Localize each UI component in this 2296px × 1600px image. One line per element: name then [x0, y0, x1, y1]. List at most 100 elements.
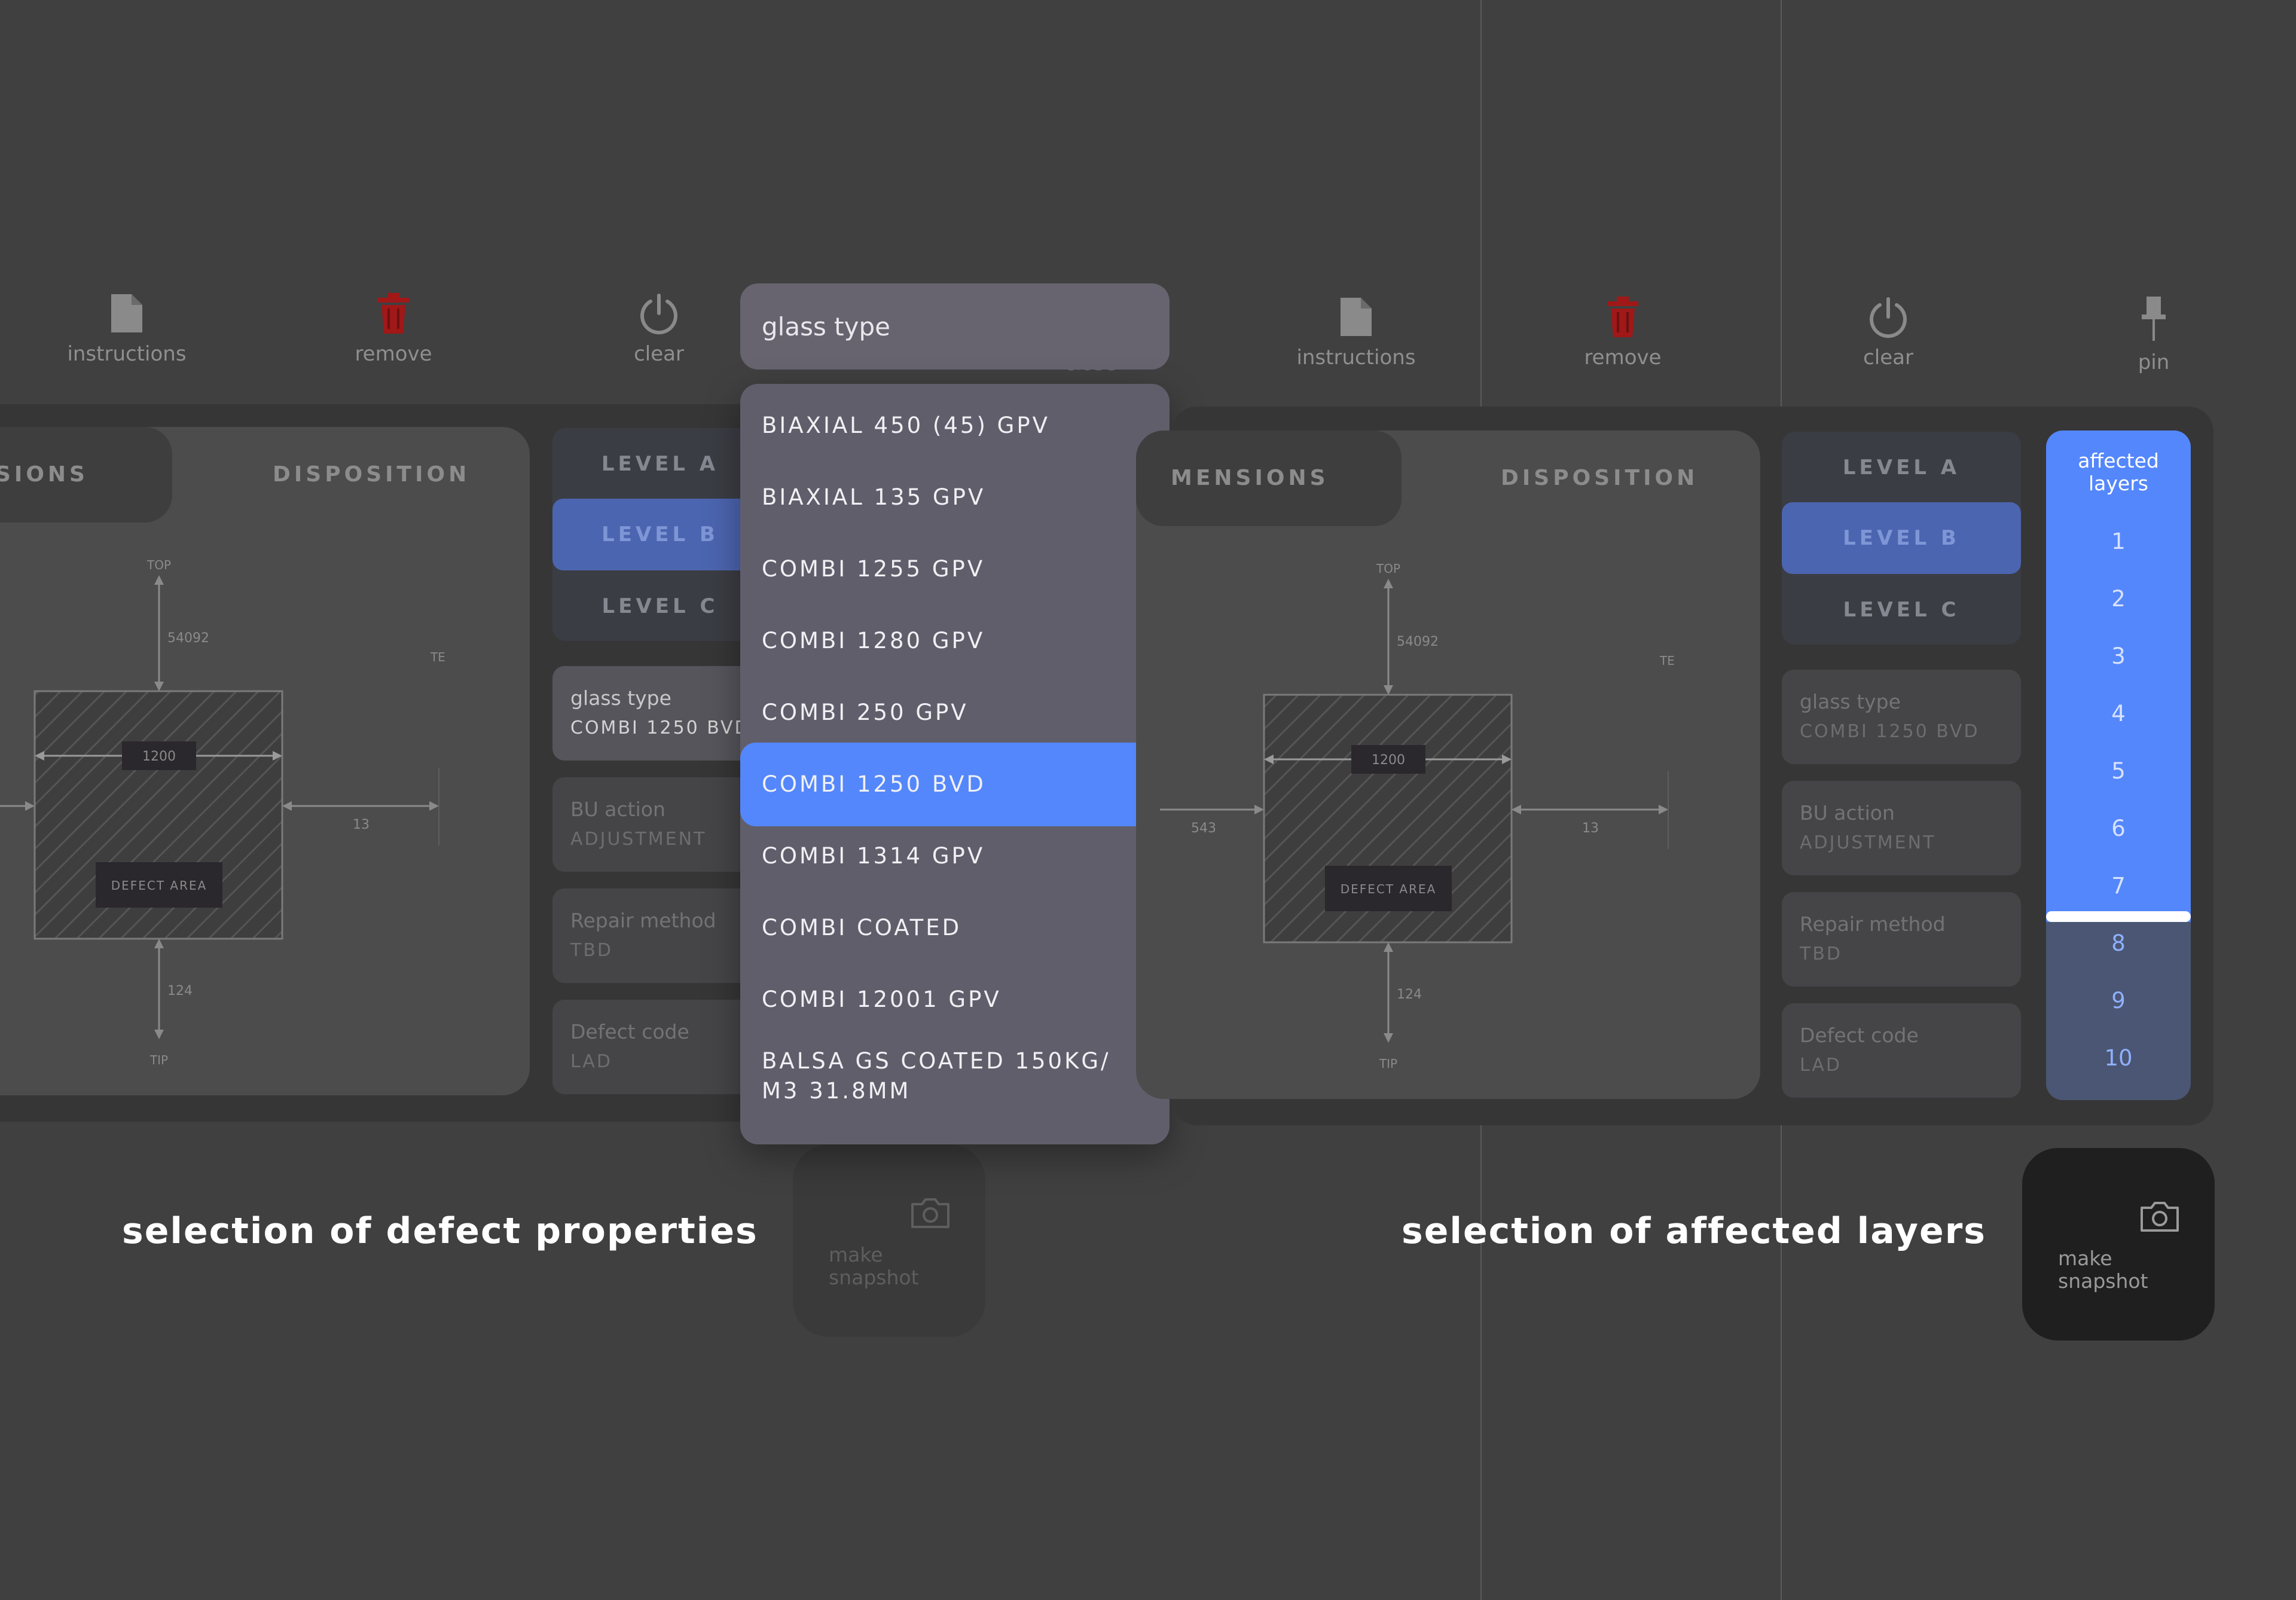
- dropdown-option[interactable]: COMBI 1314 GPV: [740, 814, 1170, 898]
- make-snapshot-label: make snapshot: [2058, 1247, 2148, 1293]
- layer-item[interactable]: 1: [2046, 529, 2191, 554]
- dropdown-option-label: BALSA GS COATED 150KG/ M3 31.8MM: [762, 1048, 1111, 1104]
- dropdown-header-label: glass type: [762, 312, 891, 341]
- repair-method-card[interactable]: Repair method TBD: [1782, 892, 2021, 987]
- tab-bar: MENSIONS DISPOSITION: [1136, 430, 1760, 526]
- clear-button[interactable]: clear: [581, 292, 737, 366]
- pin-icon: [2142, 297, 2166, 341]
- layer-item[interactable]: 3: [2046, 643, 2191, 669]
- top-label: TOP: [1376, 561, 1400, 576]
- remove-button[interactable]: remove: [1545, 295, 1700, 370]
- glass-type-dropdown-header[interactable]: glass type: [740, 283, 1170, 370]
- affected-layers-selector[interactable]: affected layers 1 2 3 4 5 6 7 8 9 10: [2046, 430, 2191, 1100]
- glass-type-dropdown-list: BIAXIAL 450 (45) GPV BIAXIAL 135 GPV COM…: [740, 384, 1170, 1144]
- dim-left: 543: [1191, 821, 1216, 836]
- instructions-button[interactable]: instructions: [1278, 295, 1434, 370]
- remove-label: remove: [355, 342, 432, 366]
- repair-method-card[interactable]: Repair method TBD: [552, 888, 768, 983]
- dim-right: 13: [353, 817, 370, 832]
- caption-affected-layers: selection of affected layers: [1402, 1210, 1987, 1252]
- tab-dimensions[interactable]: MENSIONS: [1136, 430, 1402, 526]
- document-icon: [111, 294, 142, 332]
- glass-type-value: COMBI 1250 BVD: [570, 717, 750, 738]
- dropdown-option[interactable]: BIAXIAL 135 GPV: [740, 456, 1170, 539]
- bu-action-card[interactable]: BU action ADJUSTMENT: [552, 777, 768, 872]
- dropdown-option-label: COMBI 1280 GPV: [762, 628, 985, 654]
- glass-type-card[interactable]: glass type COMBI 1250 BVD: [552, 666, 768, 761]
- pin-button[interactable]: pin: [2076, 295, 2231, 374]
- defect-diagram: TOP 54092 TE 1200 DEFECT AREA 543 13 124…: [1160, 561, 1675, 1071]
- layer-item[interactable]: 6: [2046, 816, 2191, 841]
- dropdown-option[interactable]: COMBI 1280 GPV: [740, 599, 1170, 683]
- bu-action-title: BU action: [1800, 801, 1895, 825]
- dropdown-option-label: COMBI 12001 GPV: [762, 987, 1002, 1012]
- dropdown-option[interactable]: COMBI 12001 GPV: [740, 958, 1170, 1042]
- repair-method-value: TBD: [1800, 943, 1843, 964]
- dim-width: 1200: [142, 749, 176, 764]
- pin-label: pin: [2138, 350, 2170, 374]
- bu-action-title: BU action: [570, 798, 665, 821]
- bu-action-value: ADJUSTMENT: [570, 829, 707, 850]
- remove-button[interactable]: remove: [316, 292, 471, 366]
- defect-code-title: Defect code: [570, 1020, 689, 1043]
- tab-disposition[interactable]: DISPOSITION: [1501, 430, 1698, 526]
- glass-type-card[interactable]: glass type COMBI 1250 BVD: [1782, 670, 2021, 764]
- make-snapshot-button[interactable]: make snapshot: [793, 1144, 985, 1337]
- layer-item[interactable]: 8: [2046, 930, 2191, 956]
- layer-item[interactable]: 4: [2046, 701, 2191, 726]
- trash-icon: [378, 293, 409, 334]
- tab-dimensions[interactable]: SIONS: [0, 427, 172, 523]
- clear-button[interactable]: clear: [1810, 295, 1966, 370]
- layer-item[interactable]: 7: [2046, 873, 2191, 899]
- level-b-button[interactable]: LEVEL B: [552, 499, 768, 570]
- make-snapshot-label: make snapshot: [829, 1243, 919, 1289]
- dim-right: 13: [1582, 821, 1599, 836]
- level-c-button[interactable]: LEVEL C: [1782, 574, 2021, 645]
- dimensions-panel-right: MENSIONS DISPOSITION TOP 54092 TE 1200 D…: [1136, 430, 1760, 1099]
- tip-label: TIP: [1379, 1057, 1397, 1071]
- defect-code-card[interactable]: Defect code LAD: [552, 1000, 768, 1094]
- dropdown-option[interactable]: COMBI 1255 GPV: [740, 527, 1170, 611]
- layer-item[interactable]: 5: [2046, 758, 2191, 784]
- camera-icon: [911, 1198, 949, 1228]
- tab-bar: SIONS DISPOSITION: [0, 427, 530, 523]
- level-a-button[interactable]: LEVEL A: [552, 428, 768, 500]
- layer-range-handle[interactable]: [2046, 911, 2191, 922]
- make-snapshot-button[interactable]: make snapshot: [2022, 1148, 2215, 1341]
- dropdown-option[interactable]: COMBI COATED: [740, 886, 1170, 970]
- tip-label: TIP: [149, 1053, 168, 1067]
- level-a-button[interactable]: LEVEL A: [1782, 432, 2021, 503]
- layer-item[interactable]: 9: [2046, 988, 2191, 1013]
- instructions-button[interactable]: instructions: [49, 292, 204, 366]
- dropdown-option-label: BIAXIAL 450 (45) GPV: [762, 413, 1050, 438]
- defect-area-label: DEFECT AREA: [111, 878, 207, 893]
- dropdown-option-selected[interactable]: COMBI 1250 BVD: [740, 743, 1170, 826]
- layer-item[interactable]: 10: [2046, 1045, 2191, 1071]
- dropdown-option-label: COMBI 1314 GPV: [762, 843, 985, 869]
- tab-disposition[interactable]: DISPOSITION: [273, 427, 470, 523]
- defect-area-label: DEFECT AREA: [1341, 882, 1437, 896]
- dropdown-option[interactable]: BIAXIAL 450 (45) GPV: [740, 384, 1170, 468]
- document-icon: [1341, 298, 1372, 336]
- camera-icon: [2141, 1202, 2179, 1232]
- dimensions-panel-left: SIONS DISPOSITION TOP 54092 TE 1200 DEFE…: [0, 427, 530, 1095]
- level-selector-right: LEVEL A LEVEL B LEVEL C: [1782, 432, 2021, 645]
- dropdown-option-label: COMBI 1250 BVD: [762, 771, 986, 797]
- dropdown-option-label: COMBI 1255 GPV: [762, 556, 985, 582]
- dropdown-option-label: COMBI 250 GPV: [762, 700, 969, 725]
- level-c-button[interactable]: LEVEL C: [552, 570, 768, 641]
- te-label: TE: [430, 650, 445, 664]
- glass-type-value: COMBI 1250 BVD: [1800, 721, 1980, 742]
- dropdown-option[interactable]: BALSA GS COATED 150KG/ M3 31.8MM: [740, 1030, 1170, 1144]
- layer-item[interactable]: 2: [2046, 586, 2191, 612]
- dropdown-option[interactable]: COMBI 250 GPV: [740, 671, 1170, 755]
- dropdown-option-label: BIAXIAL 135 GPV: [762, 484, 986, 510]
- level-b-button[interactable]: LEVEL B: [1782, 502, 2021, 574]
- defect-code-card[interactable]: Defect code LAD: [1782, 1003, 2021, 1098]
- repair-method-title: Repair method: [1800, 912, 1946, 936]
- bu-action-card[interactable]: BU action ADJUSTMENT: [1782, 781, 2021, 875]
- caption-defect-properties: selection of defect properties: [122, 1210, 758, 1252]
- instructions-label: instructions: [67, 342, 187, 366]
- glass-type-title: glass type: [1800, 690, 1901, 713]
- bu-action-value: ADJUSTMENT: [1800, 832, 1936, 853]
